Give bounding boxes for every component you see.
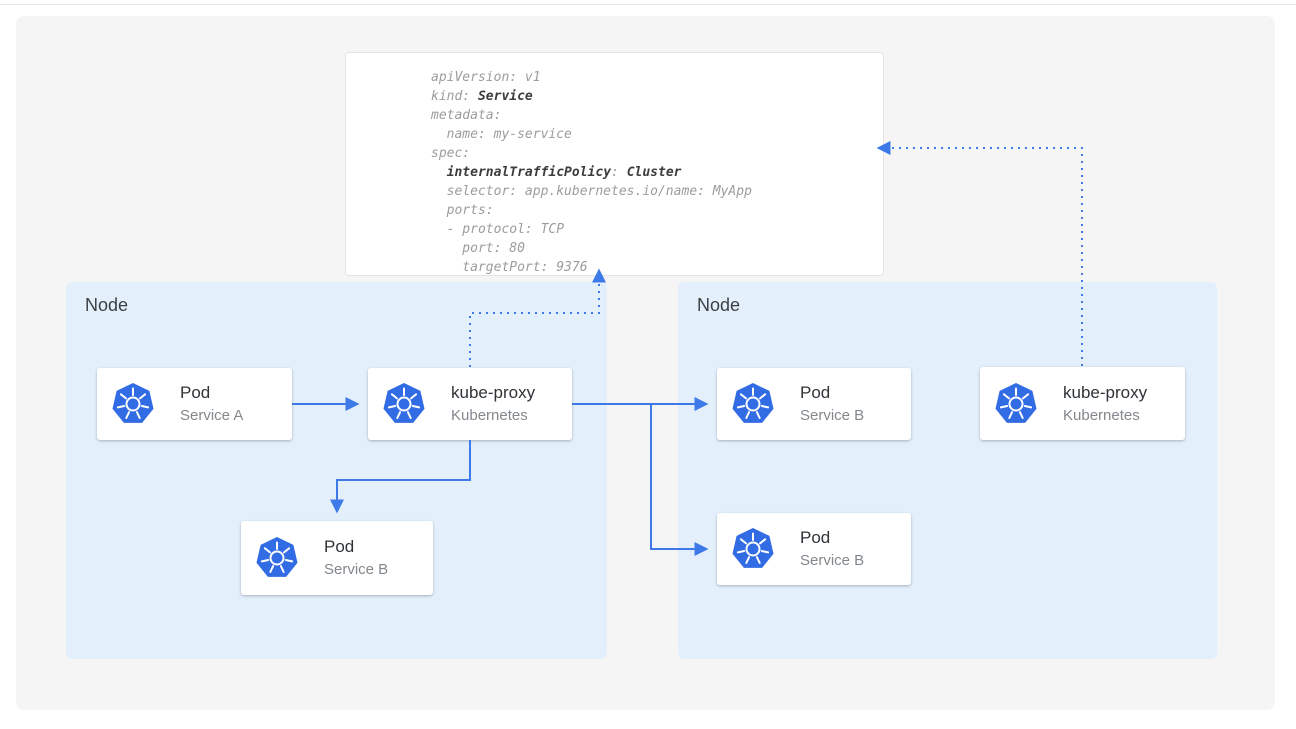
card-subtitle: Service B (800, 406, 864, 426)
kubernetes-icon (994, 382, 1038, 426)
node-left-label: Node (85, 295, 128, 316)
card-pod-service-b-right-top: Pod Service B (717, 368, 911, 440)
card-title: Pod (180, 382, 243, 404)
card-subtitle: Service A (180, 406, 243, 426)
kubernetes-icon (111, 382, 155, 426)
node-right-label: Node (697, 295, 740, 316)
card-title: Pod (800, 527, 864, 549)
kubernetes-icon (255, 536, 299, 580)
node-left: Node (66, 282, 607, 659)
node-right: Node (678, 282, 1217, 659)
card-subtitle: Kubernetes (1063, 406, 1147, 426)
top-divider (0, 4, 1296, 5)
card-subtitle: Service B (800, 551, 864, 571)
card-subtitle: Service B (324, 560, 388, 580)
service-yaml-card: apiVersion: v1kind: Servicemetadata: nam… (345, 52, 884, 276)
card-pod-service-a: Pod Service A (97, 368, 292, 440)
card-subtitle: Kubernetes (451, 406, 535, 426)
card-pod-service-b-left: Pod Service B (241, 521, 433, 595)
card-kube-proxy-left: kube-proxy Kubernetes (368, 368, 572, 440)
card-kube-proxy-right: kube-proxy Kubernetes (980, 367, 1185, 440)
yaml-code: apiVersion: v1kind: Servicemetadata: nam… (431, 68, 752, 277)
card-title: kube-proxy (451, 382, 535, 404)
card-pod-service-b-right-bottom: Pod Service B (717, 513, 911, 585)
card-title: Pod (800, 382, 864, 404)
card-title: kube-proxy (1063, 382, 1147, 404)
kubernetes-icon (731, 527, 775, 571)
card-title: Pod (324, 536, 388, 558)
kubernetes-icon (382, 382, 426, 426)
kubernetes-icon (731, 382, 775, 426)
